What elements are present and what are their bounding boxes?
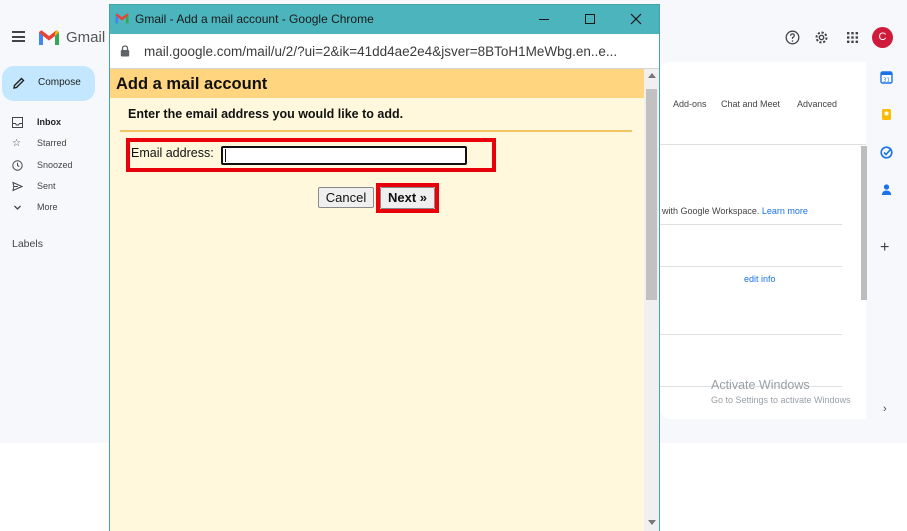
text-caret: [225, 149, 226, 162]
activate-windows-title: Activate Windows: [711, 378, 810, 392]
dialog-scrollbar[interactable]: [644, 69, 659, 531]
scroll-up-arrow-icon[interactable]: [648, 73, 656, 78]
activate-windows-subtitle: Go to Settings to activate Windows: [711, 395, 851, 405]
close-icon: [630, 13, 642, 25]
minimize-icon: [539, 19, 549, 20]
tab-advanced[interactable]: Advanced: [797, 99, 837, 109]
divider: [660, 144, 866, 145]
star-icon: ☆: [12, 138, 21, 149]
gmail-wordmark: Gmail: [66, 29, 106, 46]
tab-chat-and-meet[interactable]: Chat and Meet: [721, 99, 780, 109]
separator: [120, 130, 632, 132]
cancel-button[interactable]: Cancel: [318, 187, 374, 208]
calendar-icon[interactable]: 31: [880, 71, 893, 84]
labels-heading: Labels: [12, 238, 43, 250]
lock-icon[interactable]: [120, 45, 130, 57]
clock-icon: [12, 160, 23, 171]
settings-panel: Add-ons Chat and Meet Advanced with Goog…: [660, 62, 866, 419]
scroll-thumb[interactable]: [646, 89, 657, 300]
add-addon-icon[interactable]: +: [880, 240, 889, 256]
main-menu-icon[interactable]: [12, 31, 25, 42]
dialog-header: Add a mail account: [110, 69, 644, 98]
minimize-button[interactable]: [521, 5, 567, 34]
chevron-right-icon[interactable]: ›: [883, 403, 887, 415]
next-button[interactable]: Next »: [380, 187, 435, 209]
svg-text:31: 31: [883, 78, 890, 84]
inbox-icon: [12, 117, 23, 128]
close-button[interactable]: [613, 5, 659, 34]
email-label: Email address:: [131, 146, 214, 160]
settings-scrollbar[interactable]: [861, 146, 867, 300]
apps-grid-icon[interactable]: [845, 30, 860, 45]
gear-icon[interactable]: [814, 30, 829, 45]
url-text: mail.google.com/mail/u/2/?ui=2&ik=41dd4a…: [144, 44, 618, 59]
account-avatar[interactable]: C: [872, 27, 893, 48]
keep-icon[interactable]: [880, 108, 893, 121]
send-icon: [12, 181, 23, 192]
scroll-down-arrow-icon[interactable]: [648, 520, 656, 525]
compose-label: Compose: [38, 77, 81, 88]
workspace-text: with Google Workspace. Learn more: [662, 206, 808, 216]
window-titlebar[interactable]: Gmail - Add a mail account - Google Chro…: [110, 5, 659, 34]
edit-info-link[interactable]: edit info: [744, 274, 776, 284]
divider: [660, 224, 842, 225]
instruction-text: Enter the email address you would like t…: [128, 107, 404, 121]
learn-more-link[interactable]: Learn more: [762, 206, 808, 216]
window-title: Gmail - Add a mail account - Google Chro…: [135, 12, 374, 26]
pencil-icon: [13, 77, 25, 89]
help-icon[interactable]: [785, 30, 800, 45]
maximize-button[interactable]: [567, 5, 613, 34]
maximize-icon: [585, 14, 595, 24]
dialog-heading: Add a mail account: [116, 75, 268, 93]
divider: [660, 334, 842, 335]
add-mail-account-window: Gmail - Add a mail account - Google Chro…: [109, 4, 660, 531]
divider: [660, 266, 842, 267]
dialog-content: Add a mail account Enter the email addre…: [110, 69, 644, 531]
tasks-icon[interactable]: [880, 146, 893, 159]
gmail-favicon-icon: [115, 13, 129, 24]
compose-button[interactable]: Compose: [2, 66, 95, 101]
tab-add-ons[interactable]: Add-ons: [673, 99, 707, 109]
chevron-down-icon: [14, 205, 21, 210]
contacts-icon[interactable]: [880, 183, 893, 196]
email-address-input[interactable]: [221, 146, 467, 165]
screen: Gmail Compose Inbox ☆ Starred Snoozed Se…: [0, 0, 907, 531]
gmail-logo-icon: [39, 30, 59, 45]
address-bar[interactable]: mail.google.com/mail/u/2/?ui=2&ik=41dd4a…: [110, 34, 659, 69]
